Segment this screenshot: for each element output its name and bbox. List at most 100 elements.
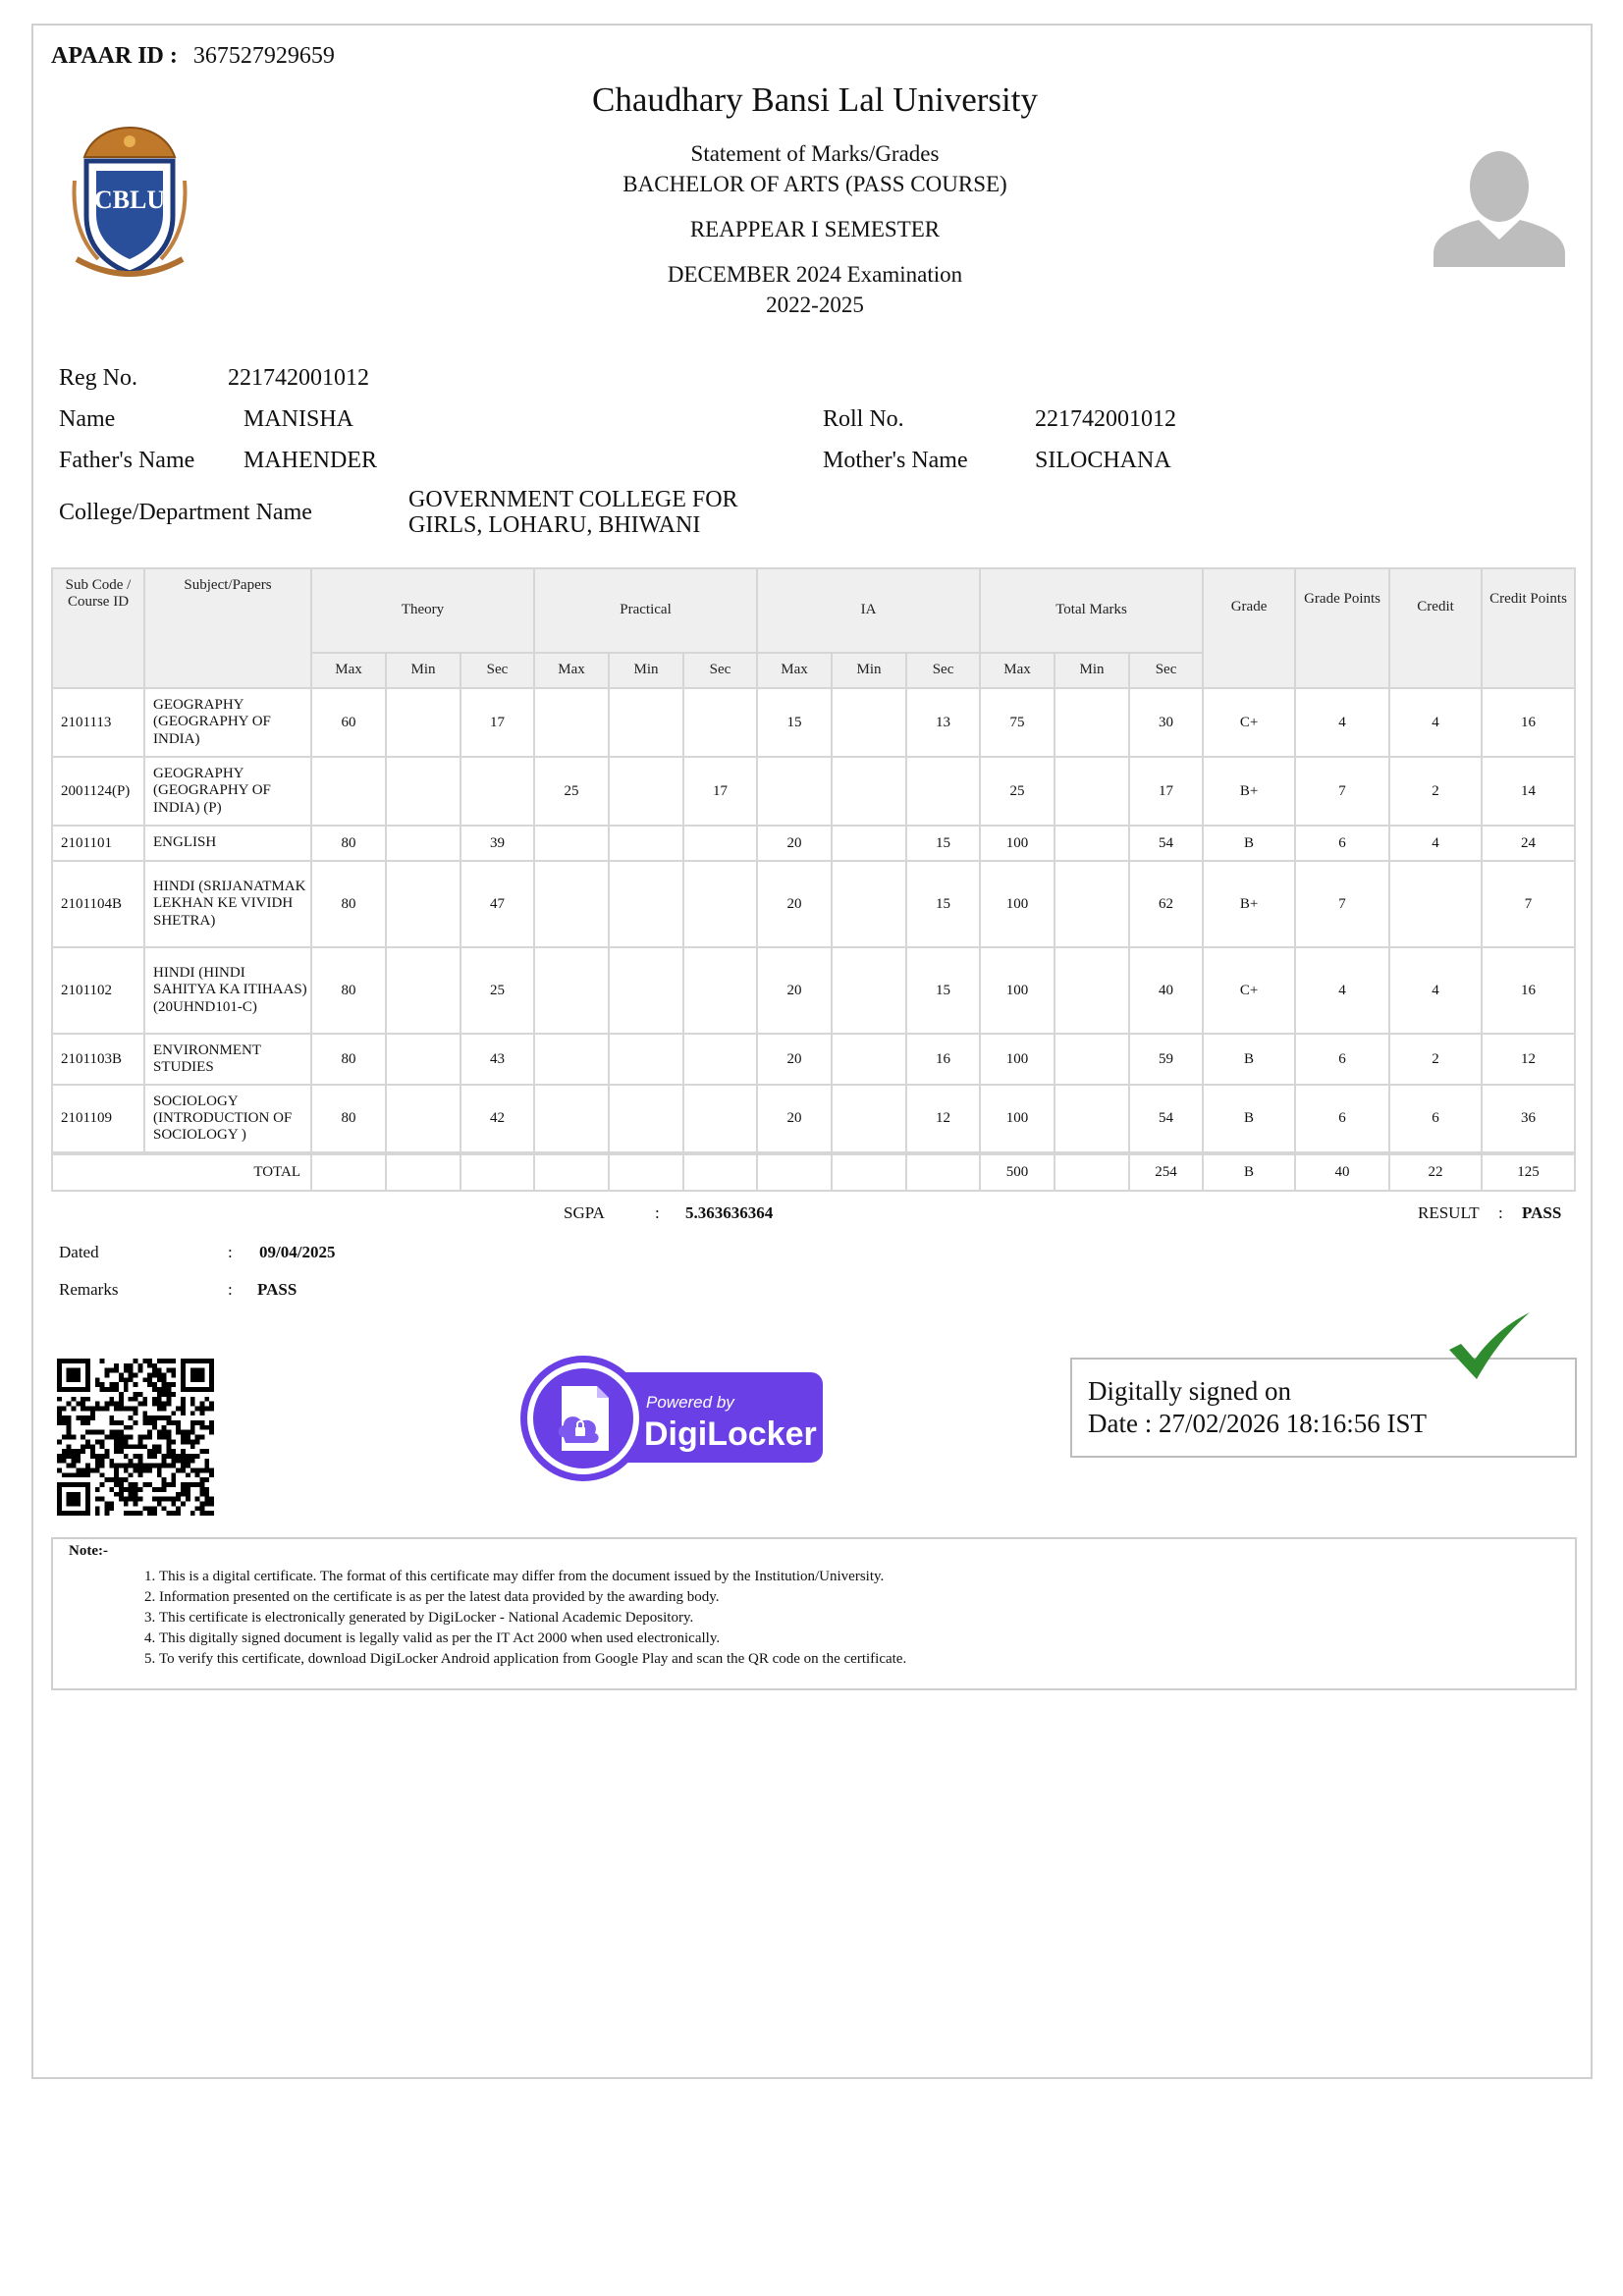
cell-p-sec <box>681 1084 759 1154</box>
cell-grade: B <box>1202 1084 1297 1154</box>
cell-p-sec <box>681 946 759 1035</box>
notes-list: This is a digital certificate. The forma… <box>135 1567 906 1670</box>
cell-credit: 6 <box>1388 1084 1484 1154</box>
cell-tot-max: 100 <box>979 1084 1056 1154</box>
remarks-value: PASS <box>257 1280 298 1299</box>
result-colon: : <box>1498 1203 1503 1222</box>
col-sec: Sec <box>1128 652 1205 689</box>
cell-p-max <box>533 860 610 948</box>
digilocker-powered: Powered by <box>646 1393 735 1412</box>
total-empty-cell <box>385 1151 461 1192</box>
session: 2022-2025 <box>766 293 864 317</box>
cell-p-min <box>608 860 684 948</box>
cell-t-max <box>310 756 387 827</box>
cell-subject: HINDI (SRIJANATMAK LEKHAN KE VIVIDH SHET… <box>143 860 312 948</box>
col-theory: Theory <box>310 567 535 654</box>
cell-tot-sec: 17 <box>1128 756 1205 827</box>
college-value: GOVERNMENT COLLEGE FOR GIRLS, LOHARU, BH… <box>408 487 738 538</box>
total-grade: B <box>1202 1151 1297 1192</box>
note-item: This digitally signed document is legall… <box>159 1629 906 1649</box>
digilocker-badge: Powered by DigiLocker <box>520 1356 823 1481</box>
total-empty-cell <box>1054 1151 1131 1192</box>
name-value: MANISHA <box>243 406 354 432</box>
statement-title: Statement of Marks/Grades <box>690 141 940 166</box>
cell-tot-max: 25 <box>979 756 1056 827</box>
cell-t-sec: 25 <box>460 946 535 1035</box>
col-ia: IA <box>756 567 982 654</box>
mother-value: SILOCHANA <box>1035 448 1171 473</box>
cell-p-max <box>533 825 610 862</box>
total-empty-cell <box>756 1151 834 1192</box>
cell-grade: C+ <box>1202 687 1297 758</box>
cell-gp: 4 <box>1294 687 1391 758</box>
cell-i-min <box>831 756 908 827</box>
col-min: Min <box>608 652 684 689</box>
cell-i-max: 20 <box>756 1033 834 1086</box>
total-cp: 125 <box>1481 1151 1577 1192</box>
cell-sub-code: 2101109 <box>51 1084 145 1154</box>
university-name: Chaudhary Bansi Lal University <box>592 80 1038 119</box>
cell-gp: 7 <box>1294 756 1391 827</box>
col-practical: Practical <box>532 567 759 654</box>
cell-grade: B <box>1202 1033 1297 1086</box>
cell-t-min <box>385 756 461 827</box>
col-min: Min <box>385 652 461 689</box>
cell-t-max: 80 <box>310 825 387 862</box>
cell-tot-sec: 54 <box>1128 1084 1205 1154</box>
cell-i-min <box>831 860 908 948</box>
mother-label: Mother's Name <box>823 448 968 473</box>
roll-label: Roll No. <box>823 406 904 432</box>
total-tot-sec: 254 <box>1128 1151 1205 1192</box>
note-item: To verify this certificate, download Dig… <box>159 1649 906 1670</box>
cell-tot-min <box>1054 1084 1131 1154</box>
cell-gp: 6 <box>1294 1084 1391 1154</box>
cell-t-sec: 43 <box>460 1033 535 1086</box>
father-label: Father's Name <box>59 448 195 473</box>
cell-i-min <box>831 825 908 862</box>
cell-t-min <box>385 860 461 948</box>
cell-subject: ENGLISH <box>143 825 312 862</box>
apaar-id: APAAR ID : 367527929659 <box>51 43 335 70</box>
cell-cp: 14 <box>1481 756 1577 827</box>
note-item: This certificate is electronically gener… <box>159 1608 906 1629</box>
qr-code[interactable] <box>57 1359 214 1516</box>
cell-t-sec: 42 <box>460 1084 535 1154</box>
cell-i-sec: 15 <box>905 825 982 862</box>
notes-title: Note:- <box>69 1543 108 1559</box>
cell-subject: SOCIOLOGY (INTRODUCTION OF SOCIOLOGY ) <box>143 1084 312 1154</box>
total-empty-cell <box>608 1151 684 1192</box>
col-grade-points: Grade Points <box>1294 567 1391 689</box>
cell-cp: 12 <box>1481 1033 1577 1086</box>
cell-p-max <box>533 1033 610 1086</box>
cell-p-min <box>608 756 684 827</box>
cell-credit <box>1388 860 1484 948</box>
logo-text: CBLU <box>94 186 165 214</box>
table-row: 2101102 HINDI (HINDI SAHITYA KA ITIHAAS) … <box>51 946 1577 1035</box>
cell-i-sec: 12 <box>905 1084 982 1154</box>
cell-tot-min <box>1054 1033 1131 1086</box>
sgpa-label: SGPA <box>564 1203 605 1222</box>
cell-i-max: 20 <box>756 1084 834 1154</box>
col-sub-code: Sub Code / Course ID <box>51 567 145 689</box>
name-label: Name <box>59 406 116 432</box>
total-empty-cell <box>831 1151 908 1192</box>
cell-t-min <box>385 946 461 1035</box>
cell-tot-max: 100 <box>979 825 1056 862</box>
qr-finder-center <box>66 1367 81 1383</box>
cell-t-max: 60 <box>310 687 387 758</box>
course-name: BACHELOR OF ARTS (PASS COURSE) <box>622 172 1007 196</box>
col-min: Min <box>1054 652 1131 689</box>
cell-tot-min <box>1054 860 1131 948</box>
cell-i-max <box>756 756 834 827</box>
col-max: Max <box>756 652 834 689</box>
exam-name: DECEMBER 2024 Examination <box>667 262 963 287</box>
note-item: This is a digital certificate. The forma… <box>159 1567 906 1587</box>
cell-cp: 36 <box>1481 1084 1577 1154</box>
cell-tot-sec: 62 <box>1128 860 1205 948</box>
col-credit: Credit <box>1388 567 1484 689</box>
cell-sub-code: 2101102 <box>51 946 145 1035</box>
cell-t-sec: 17 <box>460 687 535 758</box>
verified-tick-icon <box>1449 1312 1530 1379</box>
cell-sub-code: 2101101 <box>51 825 145 862</box>
cell-i-sec: 15 <box>905 860 982 948</box>
